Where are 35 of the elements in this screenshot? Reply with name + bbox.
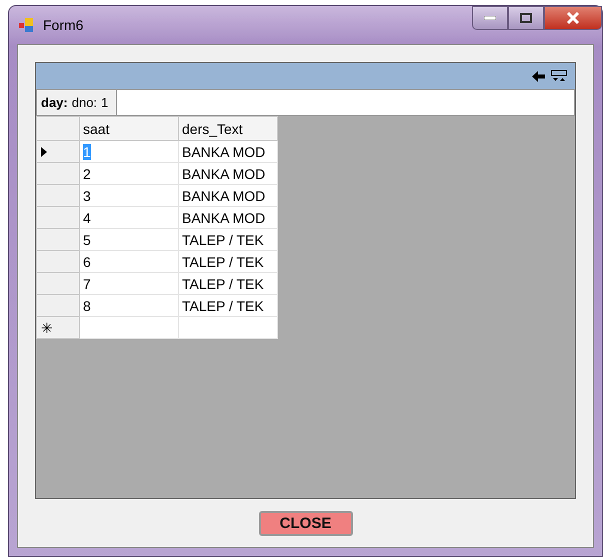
- maximize-icon: [520, 13, 532, 23]
- table-cell: 6: [80, 250, 178, 272]
- table-cell: 4: [80, 206, 178, 228]
- column-header[interactable]: ders_Text: [178, 116, 278, 140]
- maximize-button[interactable]: [508, 6, 544, 30]
- group-title: day:: [41, 95, 68, 110]
- field-label: dno:: [72, 95, 98, 110]
- table-cell: BANKA MOD: [178, 162, 278, 184]
- table-cell: BANKA MOD: [178, 184, 278, 206]
- minimize-icon: [484, 16, 496, 20]
- table-cell: TALEP / TEK: [178, 228, 278, 250]
- table-cell: 1: [80, 140, 178, 162]
- table-cell: 7: [80, 272, 178, 294]
- table-cell: BANKA MOD: [178, 206, 278, 228]
- minimize-button[interactable]: [472, 6, 508, 30]
- table-cell: BANKA MOD: [178, 140, 278, 162]
- new-row-marker: ✳: [36, 316, 80, 338]
- table-cell: 2: [80, 162, 178, 184]
- table-cell: TALEP / TEK: [178, 272, 278, 294]
- field-value: 1: [101, 95, 108, 110]
- close-button[interactable]: [544, 6, 602, 30]
- table-cell: 8: [80, 294, 178, 316]
- table-cell: TALEP / TEK: [178, 250, 278, 272]
- close-icon: [566, 12, 580, 24]
- app-icon: [19, 18, 35, 32]
- close-form-button[interactable]: CLOSE: [258, 510, 352, 536]
- window-title: Form6: [43, 17, 84, 33]
- table-cell: TALEP / TEK: [178, 294, 278, 316]
- back-arrow-icon[interactable]: [532, 70, 545, 82]
- empty-cell[interactable]: [178, 316, 278, 338]
- column-header[interactable]: saat: [80, 116, 178, 140]
- table-cell: 3: [80, 184, 178, 206]
- row-header[interactable]: [36, 140, 80, 162]
- table-cell: 5: [80, 228, 178, 250]
- layout-toggle-icon[interactable]: [551, 70, 567, 82]
